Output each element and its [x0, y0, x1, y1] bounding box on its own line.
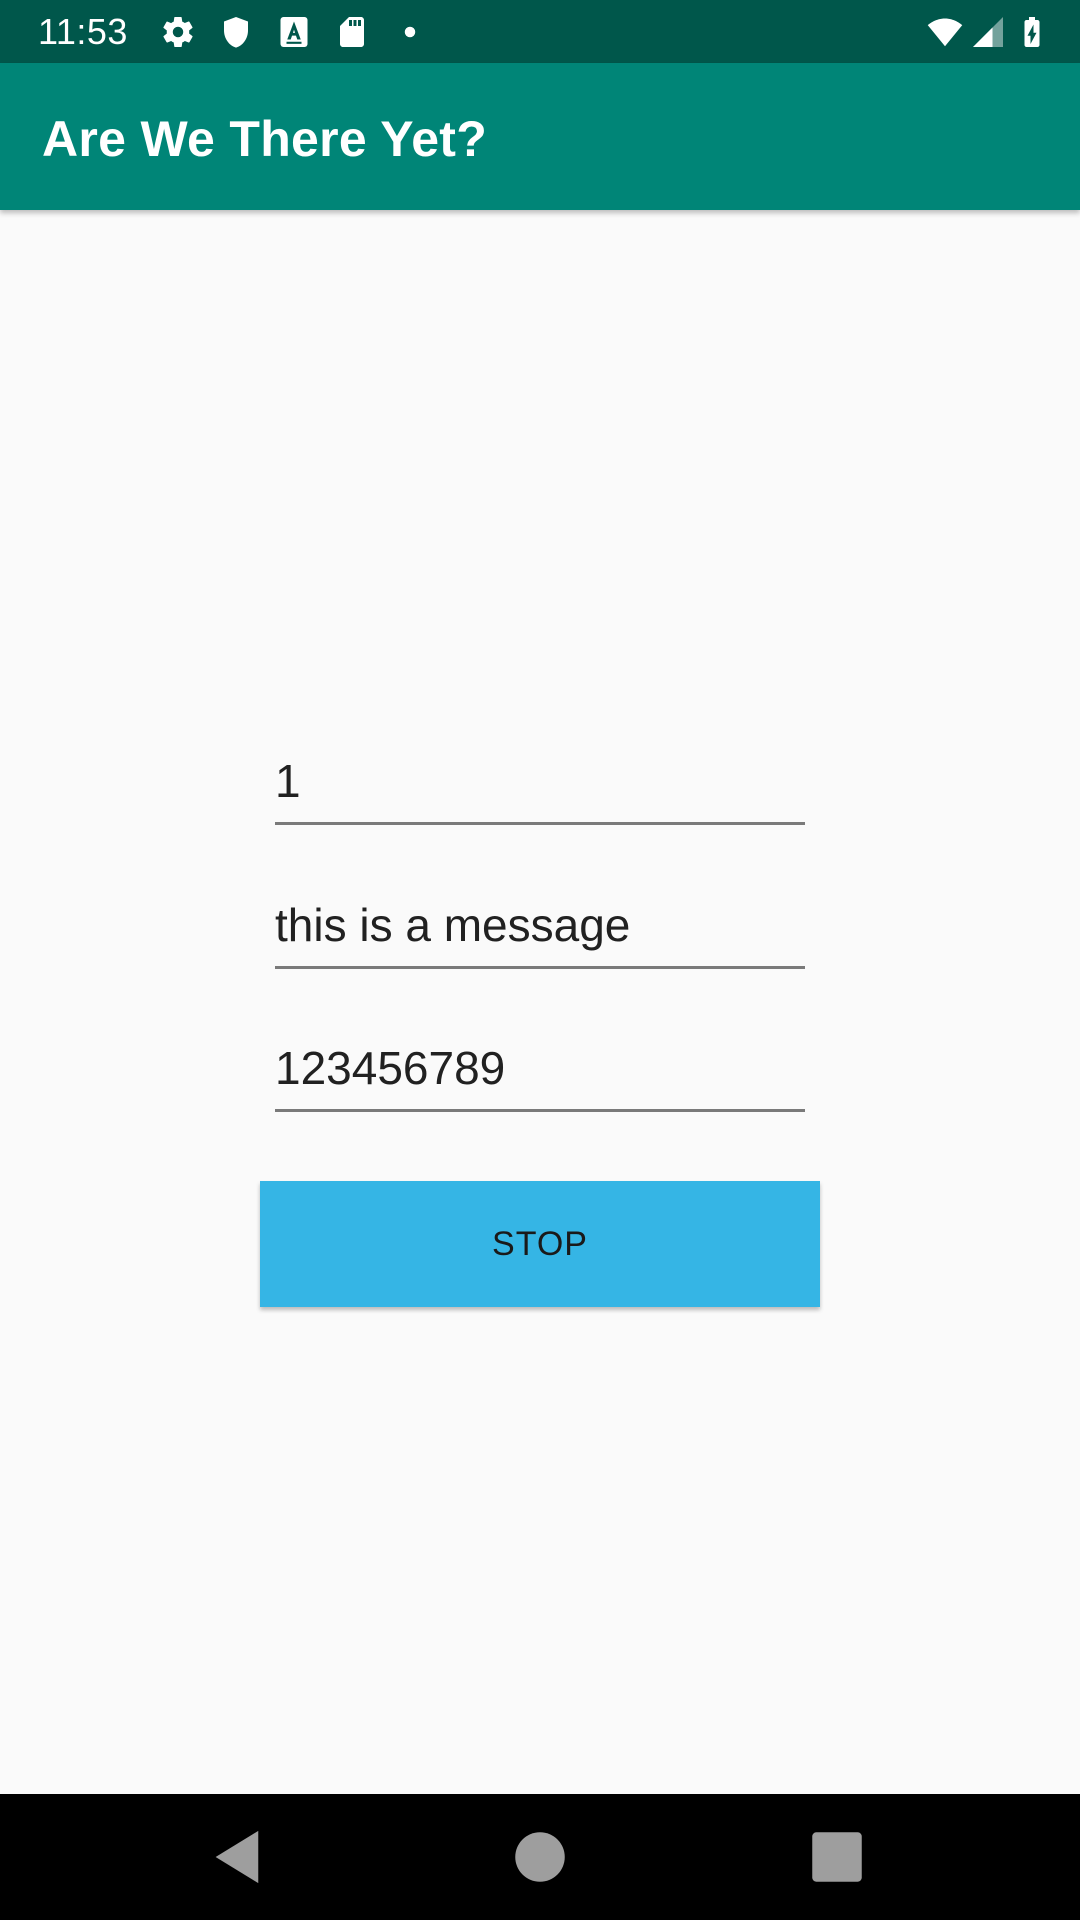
battery-charging-icon	[1014, 14, 1050, 50]
field-underline	[275, 1109, 805, 1112]
field-message[interactable]	[275, 885, 805, 969]
recents-icon[interactable]	[804, 1824, 870, 1890]
back-icon[interactable]	[206, 1824, 272, 1890]
wifi-icon	[924, 14, 966, 50]
gear-icon	[160, 14, 196, 50]
a-accessibility-icon	[276, 14, 312, 50]
sd-card-icon	[334, 14, 370, 50]
navigation-bar	[0, 1794, 1080, 1920]
number-input[interactable]	[275, 741, 805, 821]
app-title: Are We There Yet?	[42, 111, 488, 167]
status-bar: 11:53	[0, 0, 1080, 63]
message-input[interactable]	[275, 885, 805, 965]
field-number[interactable]	[275, 741, 805, 825]
field-underline	[275, 966, 805, 969]
app-bar: Are We There Yet?	[0, 63, 1080, 210]
shield-icon	[218, 14, 254, 50]
home-icon[interactable]	[507, 1824, 573, 1890]
signal-icon	[970, 14, 1006, 50]
dot-icon	[392, 14, 428, 50]
field-underline	[275, 822, 805, 825]
status-time: 11:53	[38, 11, 128, 52]
screen: 11:53 Are We There Yet? 1 this is a mess…	[0, 0, 1080, 1920]
stop-button[interactable]: STOP	[260, 1181, 820, 1307]
phone-input[interactable]	[275, 1028, 805, 1108]
field-phone[interactable]	[275, 1028, 805, 1112]
